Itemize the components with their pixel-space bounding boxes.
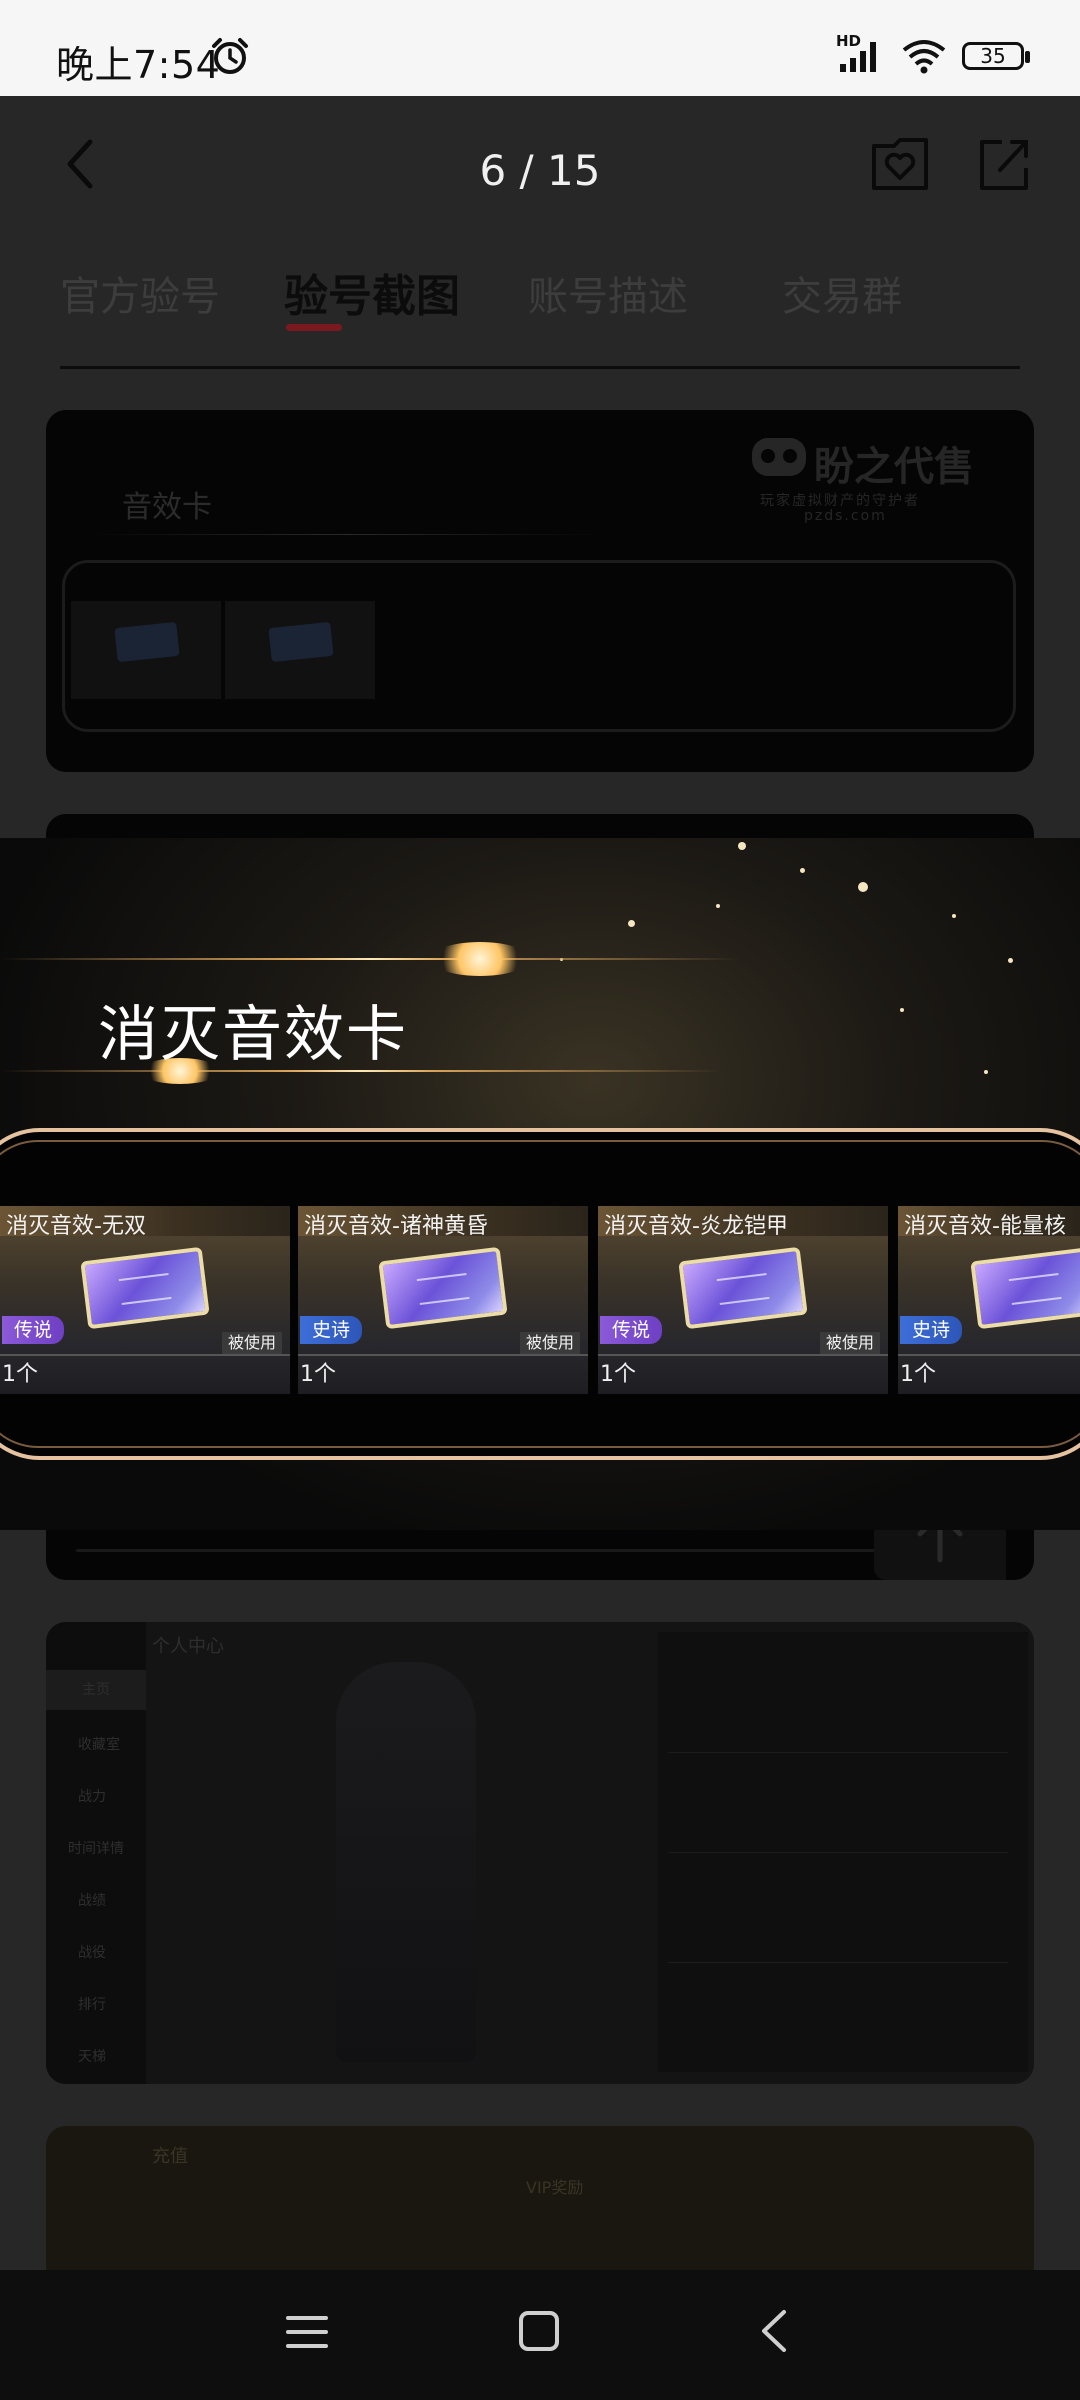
rarity-badge: 史诗: [300, 1316, 362, 1344]
signal-icon: HD: [836, 32, 886, 76]
character-image: [336, 1662, 476, 2062]
home-icon[interactable]: [518, 2310, 560, 2352]
screenshot-card[interactable]: 主页 收藏室 战力 时间详情 战绩 战役 排行 天梯 个人中心: [46, 1622, 1034, 2084]
logo-slogan: 玩家虚拟财产的守护者: [760, 493, 920, 509]
item-quantity: 1个: [600, 1362, 636, 1387]
tab-official-check[interactable]: 官方验号: [60, 264, 220, 322]
game-menu-item: 天梯: [78, 2049, 106, 2065]
used-tag: 被使用: [819, 1332, 880, 1354]
item-quantity: 1个: [300, 1362, 336, 1387]
watermark-logo: 盼之代售 玩家虚拟财产的守护者 pzds.com: [744, 434, 1004, 524]
item-name: 消灭音效-能量核: [904, 1214, 1066, 1239]
menu-icon[interactable]: [286, 2312, 328, 2352]
system-nav-bar: [0, 2270, 1080, 2400]
rarity-badge: 史诗: [900, 1316, 962, 1344]
alarm-icon: [212, 38, 248, 74]
logo-url: pzds.com: [804, 508, 887, 524]
item-card[interactable]: 消灭音效-诸神黄昏 史诗 被使用 1个: [298, 1206, 588, 1394]
tabs-divider: [60, 366, 1020, 369]
tab-bar: 官方验号 验号截图 账号描述 交易群: [60, 264, 1020, 364]
frame-edge: [76, 1549, 1006, 1552]
title-divider: [86, 534, 606, 535]
game-sidebar: 主页 收藏室 战力 时间详情 战绩 战役 排行 天梯: [46, 1622, 146, 2084]
game-menu-item: 战绩: [78, 1893, 106, 1909]
status-time: 晚上7:54: [56, 43, 221, 87]
sound-card-icon: [378, 1246, 508, 1330]
game-menu-item: 战役: [78, 1945, 106, 1961]
card-title: 音效卡: [122, 490, 212, 525]
game-screen-title: 充值: [152, 2146, 188, 2167]
vip-label: VIP奖励: [526, 2178, 584, 2197]
item-quantity: 1个: [2, 1362, 38, 1387]
wifi-icon: [902, 40, 946, 74]
top-nav: 6 / 15: [0, 96, 1080, 246]
item-name: 消灭音效-无双: [6, 1214, 146, 1239]
game-menu-item: 排行: [78, 1997, 106, 2013]
item-quantity: 1个: [900, 1362, 936, 1387]
game-menu-item: 时间详情: [68, 1841, 124, 1857]
banner-title: 消灭音效卡: [98, 1000, 408, 1070]
status-bar: 晚上7:54 HD 35: [0, 0, 1080, 96]
rarity-badge: 传说: [600, 1316, 662, 1344]
battery-level: 35: [980, 44, 1006, 68]
item-name: 消灭音效-诸神黄昏: [304, 1214, 488, 1239]
game-menu-item: 战力: [78, 1789, 106, 1805]
thumbnail-item: [71, 601, 221, 699]
item-name: 消灭音效-炎龙铠甲: [604, 1214, 788, 1239]
sound-card-icon: [678, 1246, 808, 1330]
image-viewer[interactable]: 消灭音效卡 消灭音效-无双 传说 被使用 1个 消灭音效-诸神黄昏 史诗 被使用…: [0, 838, 1080, 1530]
active-tab-indicator: [286, 324, 342, 331]
tab-check-screenshots[interactable]: 验号截图: [284, 260, 460, 324]
favorite-folder-icon[interactable]: [868, 132, 932, 196]
game-menu-item: 收藏室: [78, 1737, 120, 1753]
sound-card-icon: [80, 1246, 210, 1330]
item-card[interactable]: 消灭音效-炎龙铠甲 传说 被使用 1个: [598, 1206, 888, 1394]
used-tag: 被使用: [221, 1332, 282, 1354]
item-frame: [62, 560, 1016, 732]
light-flare: [0, 958, 740, 960]
battery-icon: 35: [962, 42, 1030, 70]
light-flare: [430, 942, 530, 976]
nav-back-icon[interactable]: [756, 2308, 792, 2354]
thumbnail-item: [225, 601, 375, 699]
item-card[interactable]: 消灭音效-能量核 史诗 1个: [898, 1206, 1080, 1394]
used-tag: 被使用: [519, 1332, 580, 1354]
game-menu-item: 主页: [46, 1670, 146, 1710]
rarity-badge: 传说: [2, 1316, 64, 1344]
game-screen-title: 个人中心: [152, 1636, 224, 1657]
screenshot-card[interactable]: 充值 VIP奖励: [46, 2126, 1034, 2270]
tab-account-description[interactable]: 账号描述: [528, 264, 688, 322]
tab-trade-group[interactable]: 交易群: [782, 264, 902, 322]
item-card[interactable]: 消灭音效-无双 传说 被使用 1个: [0, 1206, 290, 1394]
stats-panel: [658, 1632, 1028, 2072]
sound-card-icon: [970, 1246, 1080, 1330]
share-icon[interactable]: [972, 132, 1036, 196]
panda-logo-icon: [752, 438, 806, 476]
screenshot-card[interactable]: 音效卡 盼之代售 玩家虚拟财产的守护者 pzds.com: [46, 410, 1034, 772]
logo-text: 盼之代售: [814, 444, 974, 490]
